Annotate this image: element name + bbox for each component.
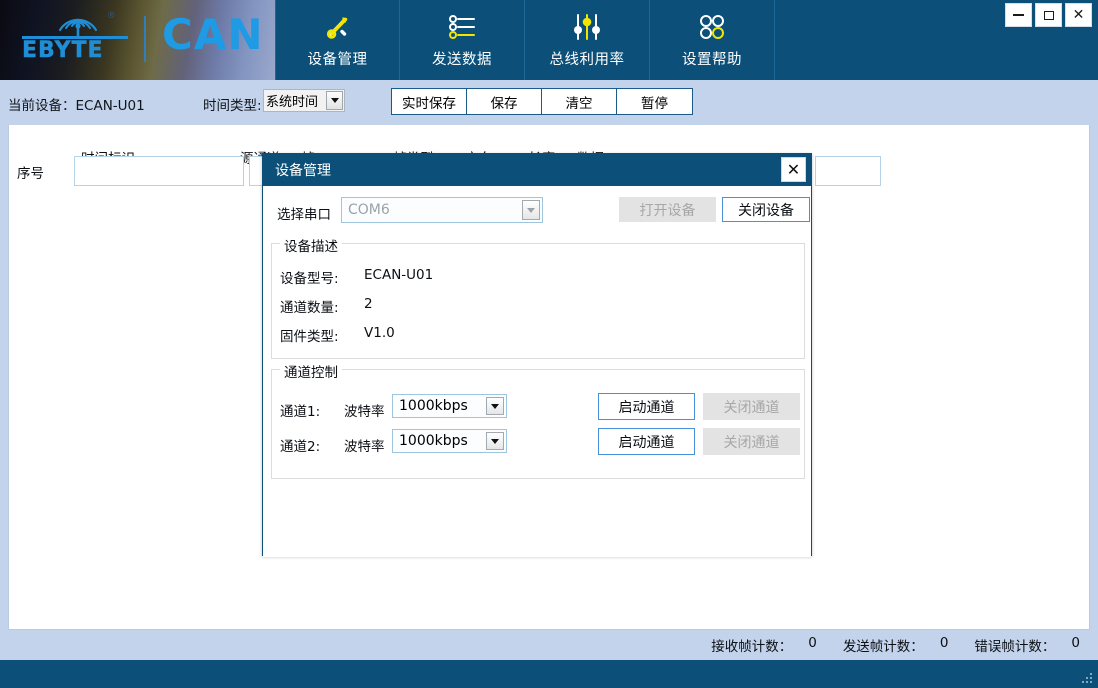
window-controls: ✕ [1005, 3, 1092, 27]
firmware-version-value: V1.0 [364, 325, 395, 341]
status-bar: 接收帧计数： 0 发送帧计数： 0 错误帧计数： 0 [0, 630, 1098, 660]
firmware-version-label: 固件类型: [280, 325, 339, 345]
channel2-baud-select[interactable]: 1000kbps [392, 429, 507, 453]
wifi-signal-icon [50, 10, 106, 38]
channel1-start-button[interactable]: 启动通道 [598, 393, 695, 420]
filter-input-extra[interactable] [815, 156, 881, 186]
status-sent-frames: 发送帧计数： 0 [843, 635, 949, 655]
tab-bus-utilization[interactable]: 总线利用率 [525, 0, 650, 80]
status-sent-frames-value: 0 [940, 635, 949, 655]
minimize-button[interactable] [1005, 3, 1032, 27]
device-management-dialog: 设备管理 ✕ 选择串口 COM6 打开设备 关闭设备 设备描述 设备型号: EC… [262, 153, 812, 556]
tab-label: 设置帮助 [682, 48, 742, 69]
pause-button[interactable]: 暂停 [617, 89, 692, 114]
toolbar-button-group: 实时保存 保存 清空 暂停 [391, 88, 693, 115]
device-model-label: 设备型号: [280, 267, 339, 287]
status-received-frames-value: 0 [808, 635, 817, 655]
channel1-baud-value: 1000kbps [393, 398, 468, 414]
brand-name: EBYTE [22, 38, 104, 63]
product-name: CAN [162, 10, 263, 59]
dialog-title-bar[interactable]: 设备管理 ✕ [263, 154, 811, 186]
tools-icon [321, 12, 355, 42]
maximize-button[interactable] [1035, 3, 1062, 27]
tab-device-management[interactable]: 设备管理 [275, 0, 400, 80]
serial-port-value: COM6 [342, 202, 390, 218]
chevron-down-icon[interactable] [326, 91, 343, 110]
device-description-group: 设备描述 设备型号: ECAN-U01 通道数量: 2 固件类型: V1.0 [271, 243, 805, 359]
application-window: ® EBYTE CAN [0, 0, 1098, 688]
channel-control-group: 通道控制 通道1: 波特率 1000kbps 启动通道 关闭通道 通道2: 波特… [271, 369, 805, 479]
channel-control-title: 通道控制 [280, 361, 342, 381]
channel2-start-button[interactable]: 启动通道 [598, 428, 695, 455]
chevron-down-icon[interactable] [486, 432, 504, 450]
channel1-label: 通道1: [280, 400, 320, 420]
sliders-vertical-icon [570, 12, 604, 42]
brand-logo: ® EBYTE CAN [0, 0, 275, 80]
window-footer [0, 660, 1098, 688]
chevron-down-icon[interactable] [522, 200, 540, 220]
device-description-title: 设备描述 [280, 235, 342, 255]
filter-input-timestamp[interactable] [74, 156, 244, 186]
column-header-seq: 序号 [17, 162, 44, 182]
tab-label: 总线利用率 [550, 48, 625, 69]
registered-mark: ® [108, 10, 115, 20]
status-error-frames-value: 0 [1071, 635, 1080, 655]
dialog-body: 选择串口 COM6 打开设备 关闭设备 设备描述 设备型号: ECAN-U01 … [263, 186, 811, 557]
device-model-value: ECAN-U01 [364, 267, 433, 283]
tab-label: 设备管理 [308, 48, 368, 69]
dialog-title: 设备管理 [275, 160, 331, 180]
channel1-baud-select[interactable]: 1000kbps [392, 394, 507, 418]
channel-count-value: 2 [364, 296, 373, 312]
four-circles-icon [695, 12, 729, 42]
current-device: 当前设备：ECAN-U01 [8, 94, 145, 114]
close-device-button[interactable]: 关闭设备 [722, 197, 810, 222]
time-type-select[interactable]: 系统时间 [263, 89, 345, 112]
serial-port-label: 选择串口 [277, 203, 331, 223]
channel2-stop-button: 关闭通道 [703, 428, 800, 455]
channel1-baud-label: 波特率 [344, 400, 385, 420]
channel1-stop-button: 关闭通道 [703, 393, 800, 420]
channel2-baud-label: 波特率 [344, 435, 385, 455]
close-button[interactable]: ✕ [1065, 3, 1092, 27]
logo-divider [144, 16, 146, 62]
secondary-toolbar: 当前设备：ECAN-U01 时间类型: 系统时间 实时保存 保存 清空 暂停 [0, 80, 1098, 125]
channel2-label: 通道2: [280, 435, 320, 455]
save-button[interactable]: 保存 [467, 89, 542, 114]
tab-send-data[interactable]: 发送数据 [400, 0, 525, 80]
open-device-button: 打开设备 [619, 197, 716, 222]
time-type-value: 系统时间 [264, 91, 318, 110]
nav-tabs: 设备管理 [275, 0, 775, 80]
time-type-label: 时间类型: [203, 94, 262, 114]
serial-port-select[interactable]: COM6 [341, 197, 543, 223]
tab-label: 发送数据 [432, 48, 492, 69]
channel-count-label: 通道数量: [280, 296, 339, 316]
status-sent-frames-label: 发送帧计数： [843, 635, 924, 655]
status-error-frames-label: 错误帧计数： [974, 635, 1055, 655]
current-device-value: ECAN-U01 [76, 98, 145, 114]
chevron-down-icon[interactable] [486, 397, 504, 415]
clear-button[interactable]: 清空 [542, 89, 617, 114]
app-header: ® EBYTE CAN [0, 0, 1098, 80]
status-error-frames: 错误帧计数： 0 [974, 635, 1080, 655]
resize-grip-icon[interactable] [1081, 672, 1094, 685]
sliders-horizontal-icon [445, 12, 479, 42]
status-received-frames: 接收帧计数： 0 [711, 635, 817, 655]
tab-settings-help[interactable]: 设置帮助 [650, 0, 775, 80]
dialog-close-icon[interactable]: ✕ [781, 157, 806, 182]
status-received-frames-label: 接收帧计数： [711, 635, 792, 655]
current-device-label: 当前设备： [8, 98, 76, 114]
channel2-baud-value: 1000kbps [393, 433, 468, 449]
realtime-save-button[interactable]: 实时保存 [392, 89, 467, 114]
